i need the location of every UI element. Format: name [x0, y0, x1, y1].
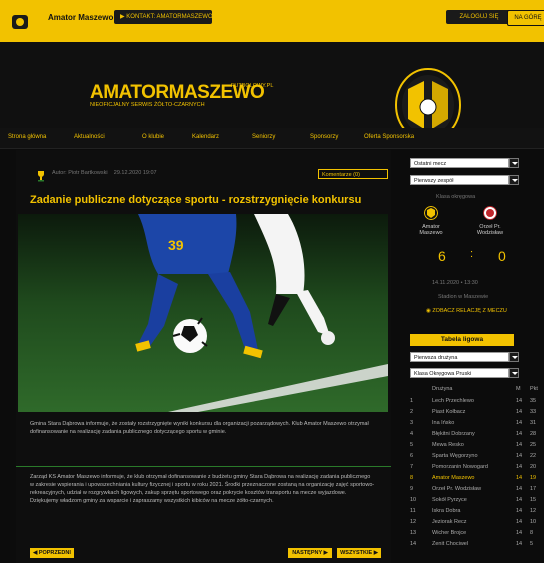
table-row[interactable]: 3 Ina Ińsko 14 31: [410, 418, 544, 429]
comments-link[interactable]: Komentarze (0): [318, 169, 388, 179]
table-row[interactable]: 2 Piast Kołbacz 14 33: [410, 407, 544, 418]
table-col-points: Pkt: [530, 386, 538, 392]
table-row[interactable]: 13 Wicher Brojce 14 8: [410, 528, 544, 539]
table-row[interactable]: 14 Zenit Chociwel 14 5: [410, 539, 544, 550]
nav-item-news[interactable]: Aktualności: [74, 134, 105, 140]
table-row-highlight[interactable]: 8 Amator Maszewo 14 19: [410, 473, 544, 484]
nav-item-calendar[interactable]: Kalendarz: [192, 134, 219, 140]
table-col-matches: M: [516, 386, 521, 392]
site-subtitle: NIEOFICJALNY SERWIS ŻÓŁTO-CZARNYCH: [90, 102, 205, 108]
article-author[interactable]: Autor: Piotr Bartkowski: [52, 170, 108, 176]
match-type-select[interactable]: Ostatni mecz: [410, 158, 519, 168]
table-row[interactable]: 9 Orzeł Pr. Wodzisław 14 17: [410, 484, 544, 495]
match-venue: Stadion w Maszewie: [438, 294, 489, 300]
home-team-name: Amator Maszewo: [419, 224, 443, 236]
away-team-name: Orzeł Pr. Wodzisław: [476, 224, 504, 236]
nav-item-home[interactable]: Strona główna: [8, 134, 46, 140]
chevron-down-icon[interactable]: [509, 158, 519, 168]
divider: [16, 466, 391, 467]
table-league-select-value: Klasa Okręgowa Pruski: [414, 371, 472, 377]
nav-item-about[interactable]: O klubie: [142, 134, 164, 140]
chevron-down-icon[interactable]: [509, 352, 519, 362]
chevron-down-icon[interactable]: [509, 368, 519, 378]
home-team-crest-icon: [424, 206, 438, 220]
article-intro: Gmina Stara Dąbrowa informuje, że został…: [30, 421, 369, 435]
match-type-select-value: Ostatni mecz: [414, 161, 447, 167]
team-select-value: Pierwszy zespół: [414, 178, 454, 184]
match-report-link[interactable]: ◉ ZOBACZ RELACJĘ Z MECZU: [426, 308, 507, 314]
table-row[interactable]: 7 Pomorzanin Nowogard 14 20: [410, 462, 544, 473]
table-row[interactable]: 6 Sparta Węgorzyno 14 22: [410, 451, 544, 462]
article-date: 29.12.2020 19:07: [113, 170, 157, 176]
trophy-icon: [38, 171, 44, 182]
away-team-crest-icon: [483, 206, 497, 220]
away-score: 0: [498, 248, 506, 264]
top-bar: Amator Maszewo ▶ KONTAKT: AMATORMASZEWO …: [0, 0, 544, 42]
table-col-team: Drużyna: [432, 386, 453, 392]
back-to-top-button[interactable]: NA GÓRĘ: [507, 10, 544, 26]
table-team-select-value: Pierwsza drużyna: [414, 355, 458, 361]
main-nav: Strona główna Aktualności O klubie Kalen…: [0, 128, 544, 149]
table-row[interactable]: 1 Lech Przechlewo 14 35: [410, 396, 544, 407]
next-article-button[interactable]: NASTĘPNY ▶: [288, 548, 332, 558]
article-photo: 39: [18, 214, 388, 412]
article-body: Zarząd KS Amator Maszewo informuje, że k…: [30, 474, 375, 504]
score-separator: :: [470, 248, 474, 260]
table-row[interactable]: 12 Jeziorak Recz 14 10: [410, 517, 544, 528]
table-row[interactable]: 10 Sokół Pyrzyce 14 15: [410, 495, 544, 506]
article-title: Zadanie publiczne dotyczące sportu - roz…: [30, 194, 362, 206]
contact-button[interactable]: ▶ KONTAKT: AMATORMASZEWO: [114, 10, 213, 24]
team-select[interactable]: Pierwszy zespół: [410, 175, 519, 185]
article-meta: Autor: Piotr Bartkowski 29.12.2020 19:07: [52, 170, 157, 176]
prev-article-button[interactable]: ◀ POPRZEDNI: [30, 548, 74, 558]
match-date: 14.11.2020 • 13:30: [432, 280, 478, 286]
table-header-row: Drużyna M Pkt: [410, 384, 544, 395]
login-button[interactable]: ZALOGUJ SIĘ: [446, 10, 512, 24]
nav-item-sponsors[interactable]: Sponsorzy: [310, 134, 338, 140]
league-table-title: Tabela ligowa: [410, 334, 514, 346]
jersey-number: 39: [168, 237, 184, 253]
table-row[interactable]: 5 Mewa Resko 14 25: [410, 440, 544, 451]
all-articles-button[interactable]: WSZYSTKIE ▶: [337, 548, 381, 558]
table-league-select[interactable]: Klasa Okręgowa Pruski: [410, 368, 519, 378]
table-team-select[interactable]: Pierwsza drużyna: [410, 352, 519, 362]
club-logo-icon[interactable]: [12, 15, 28, 29]
home-score: 6: [438, 248, 446, 264]
chevron-down-icon[interactable]: [509, 175, 519, 185]
site-label[interactable]: Amator Maszewo: [48, 13, 113, 22]
nav-item-seniors[interactable]: Seniorzy: [252, 134, 275, 140]
site-brand-tail: FUTBOLOWY.PL: [231, 83, 274, 89]
nav-item-sponsor-offer[interactable]: Oferta Sponsorska: [364, 134, 414, 140]
match-league-label: Klasa okręgowa: [436, 194, 476, 200]
table-row[interactable]: 11 Iskra Dobra 14 12: [410, 506, 544, 517]
table-row[interactable]: 4 Błękitni Dobrzany 14 28: [410, 429, 544, 440]
